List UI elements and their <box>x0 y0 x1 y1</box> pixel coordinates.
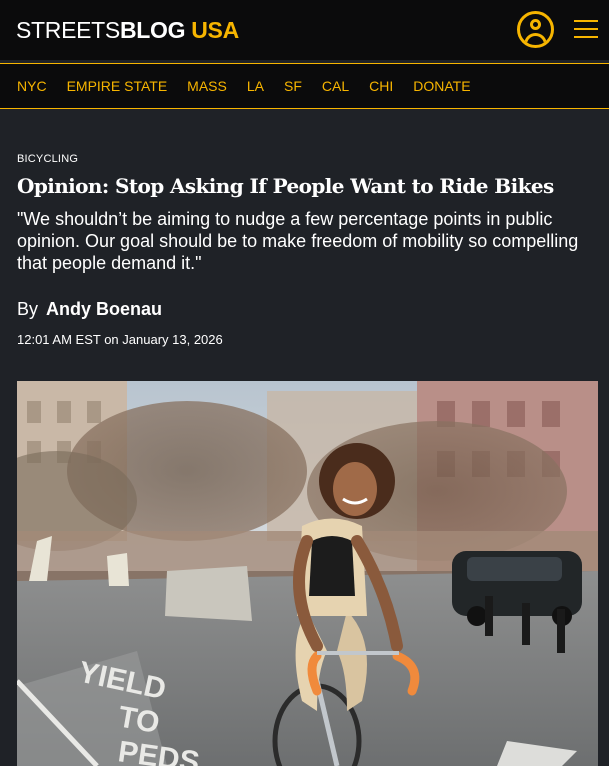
nav-item-chi[interactable]: CHI <box>369 78 393 94</box>
woman-riding-bike-photo: YIELD TO PEDS <box>17 381 598 766</box>
menu-bar-top <box>574 20 598 22</box>
logo-part-blog: BLOG <box>119 17 186 43</box>
hero-image: YIELD TO PEDS <box>17 381 598 766</box>
svg-text:TO: TO <box>116 700 162 740</box>
nav-item-donate[interactable]: DONATE <box>413 78 470 94</box>
menu-bar-middle <box>574 28 598 30</box>
main-nav: NYC EMPIRE STATE MASS LA SF CAL CHI DONA… <box>0 63 609 109</box>
article-dek: "We shouldn’t be aiming to nudge a few p… <box>17 209 579 273</box>
user-account-icon[interactable] <box>517 11 554 48</box>
nav-item-mass[interactable]: MASS <box>187 78 227 94</box>
site-logo[interactable]: STREETSBLOG USA <box>16 17 239 43</box>
article-category[interactable]: BICYCLING <box>17 153 78 166</box>
nav-list: NYC EMPIRE STATE MASS LA SF CAL CHI DONA… <box>17 78 491 94</box>
byline-label: By <box>17 299 39 319</box>
publish-date: 12:01 AM EST on January 13, 2026 <box>17 332 223 347</box>
menu-bar-bottom <box>574 36 598 38</box>
article-headline: Opinion: Stop Asking If People Want to R… <box>17 174 554 198</box>
nav-item-la[interactable]: LA <box>247 78 264 94</box>
logo-part-usa: USA <box>191 17 239 43</box>
hamburger-menu-icon[interactable] <box>574 20 598 38</box>
nav-item-cal[interactable]: CAL <box>322 78 349 94</box>
logo-part-streets: STREETS <box>16 17 120 43</box>
site-header: STREETSBLOG USA <box>0 0 609 60</box>
user-icon-body <box>524 33 547 45</box>
author-link[interactable]: Andy Boenau <box>46 299 162 319</box>
nav-item-nyc[interactable]: NYC <box>17 78 47 94</box>
photo-barrier <box>165 566 252 621</box>
byline: By Andy Boenau <box>17 297 162 321</box>
nav-item-empire-state[interactable]: EMPIRE STATE <box>67 78 168 94</box>
nav-item-sf[interactable]: SF <box>284 78 302 94</box>
user-icon-head <box>530 19 541 30</box>
